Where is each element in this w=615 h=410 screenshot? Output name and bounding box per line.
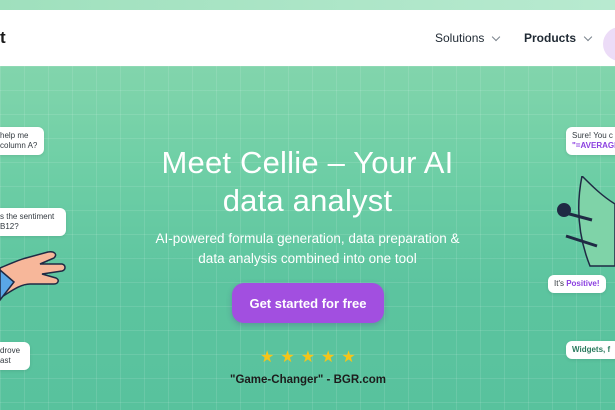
rating-stars: ★ ★ ★ ★ ★	[260, 350, 356, 366]
nav-products[interactable]: Products	[524, 31, 593, 45]
star-icon: ★	[280, 349, 295, 366]
press-quote: "Game-Changer" - BGR.com	[230, 374, 386, 386]
chat-bubble-right-3: Widgets, f	[566, 341, 615, 359]
nav-products-label: Products	[524, 31, 577, 45]
star-icon: ★	[260, 349, 275, 366]
chat-bubble-right-1: Sure! You c "=AVERAGE	[566, 127, 615, 155]
chat-bubble-text: drove	[0, 346, 21, 355]
chat-bubble-text: Widgets, f	[572, 345, 611, 354]
chat-bubble-text: ast	[0, 356, 11, 365]
star-icon: ★	[341, 349, 356, 366]
hero-subtitle: AI-powered formula generation, data prep…	[120, 229, 495, 269]
chat-bubble-text: Sure! You c	[572, 131, 613, 140]
sentiment-value: Positive!	[566, 279, 600, 288]
chat-bubble-text: It's	[554, 279, 567, 288]
chat-bubble-left-1: help me column A?	[0, 127, 44, 155]
nav-solutions[interactable]: Solutions	[435, 31, 501, 45]
star-icon: ★	[300, 349, 316, 366]
chat-bubble-formula: "=AVERAGE	[572, 141, 615, 150]
nav-action-button[interactable]	[603, 27, 615, 61]
chat-bubble-text: column A?	[0, 141, 38, 150]
chat-bubble-text: help me	[0, 131, 29, 140]
chevron-down-icon	[583, 32, 593, 41]
top-banner-strip	[0, 0, 615, 10]
hero-subtitle-line2: data analysis combined into one tool	[198, 251, 417, 266]
hero-subtitle-line1: AI-powered formula generation, data prep…	[155, 231, 460, 246]
logo[interactable]: t	[0, 28, 6, 48]
navbar: t Solutions Products	[0, 10, 615, 66]
hand-illustration-icon	[0, 251, 66, 302]
chat-bubble-text: B12?	[0, 222, 19, 231]
chat-bubble-text: s the sentiment	[0, 212, 55, 221]
get-started-button[interactable]: Get started for free	[232, 283, 384, 323]
hero-headline: Meet Cellie – Your AI data analyst	[100, 144, 515, 220]
chevron-down-icon	[492, 32, 501, 41]
chat-bubble-right-2: It's Positive!	[548, 275, 606, 293]
star-icon: ★	[321, 349, 336, 366]
chat-bubble-left-3: drove ast	[0, 342, 30, 370]
hero-headline-line2: data analyst	[222, 183, 393, 218]
robot-illustration-icon	[557, 176, 615, 267]
chat-bubble-left-2: s the sentiment B12?	[0, 208, 66, 236]
hero-headline-line1: Meet Cellie – Your AI	[161, 145, 454, 180]
nav-solutions-label: Solutions	[435, 31, 485, 45]
